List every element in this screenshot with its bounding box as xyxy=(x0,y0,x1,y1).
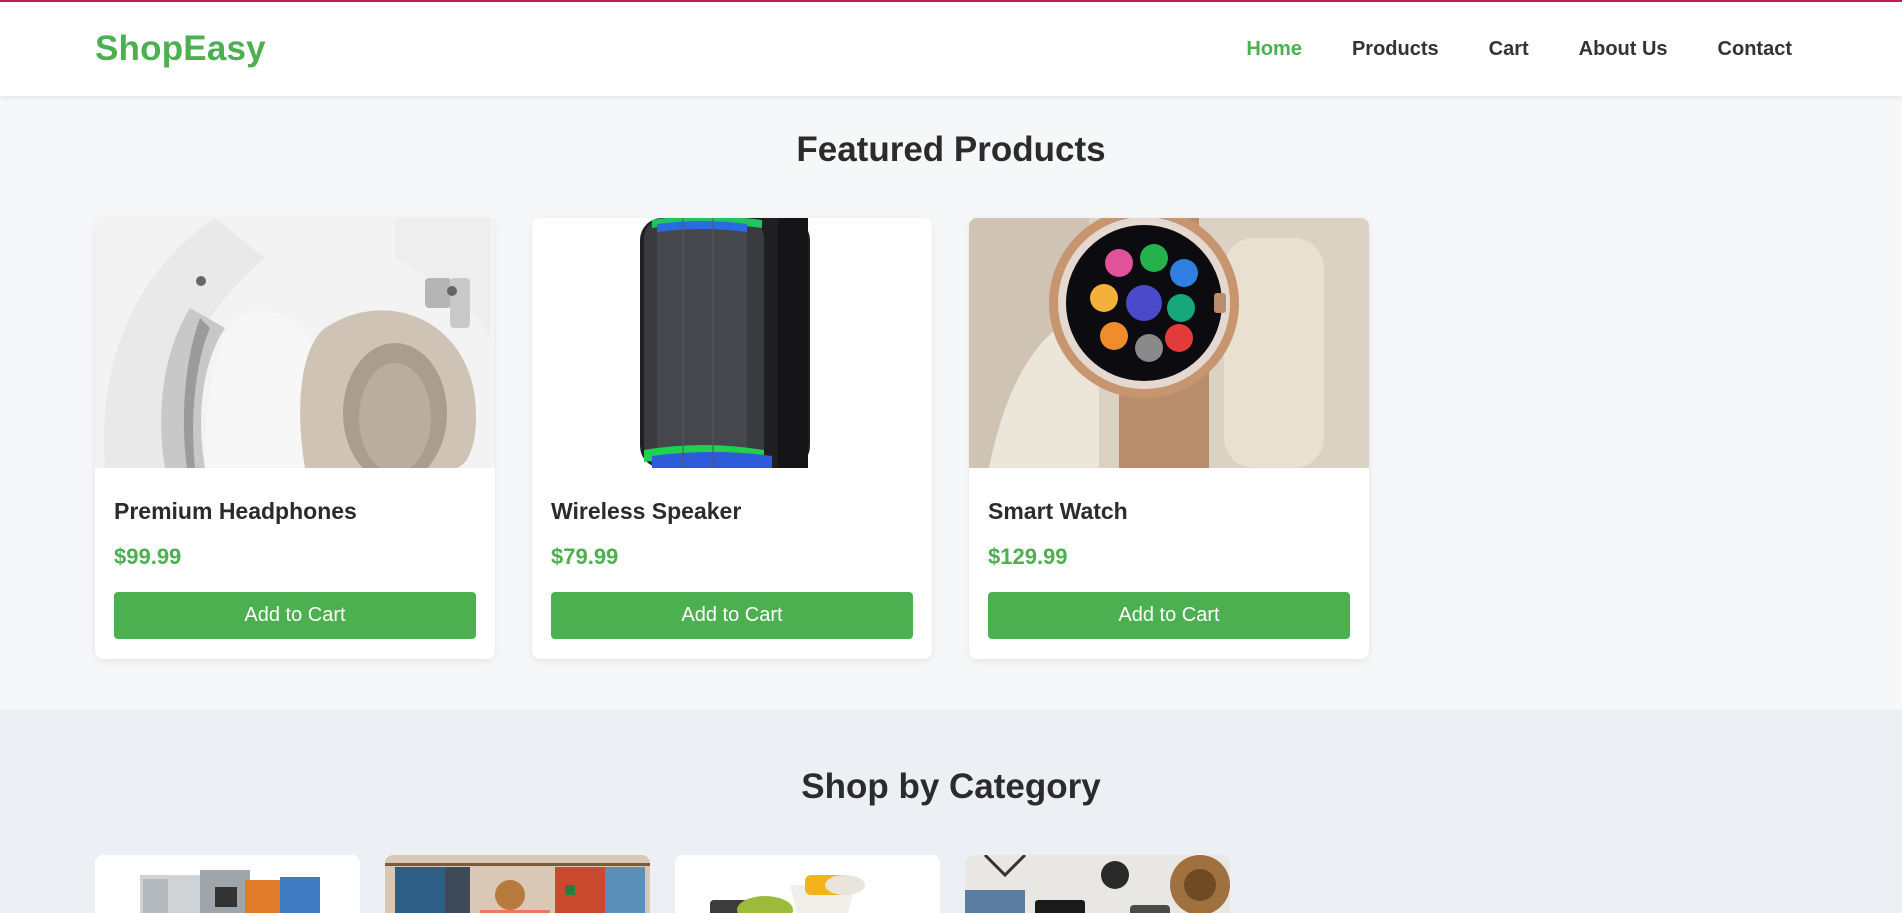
site-header: ShopEasy Home Products Cart About Us Con… xyxy=(0,2,1902,96)
product-card-body: Premium Headphones $99.99 Add to Cart xyxy=(95,468,495,639)
nav-products[interactable]: Products xyxy=(1352,38,1439,61)
nav-about-us[interactable]: About Us xyxy=(1579,38,1668,61)
add-to-cart-button[interactable]: Add to Cart xyxy=(114,592,476,639)
featured-title: Featured Products xyxy=(796,130,1106,169)
headphones-image[interactable] xyxy=(95,218,495,468)
category-grid xyxy=(0,855,1902,913)
product-card-body: Smart Watch $129.99 Add to Cart xyxy=(969,468,1369,639)
product-price: $79.99 xyxy=(551,544,619,569)
page: ShopEasy Home Products Cart About Us Con… xyxy=(0,0,1902,913)
product-price: $99.99 xyxy=(114,544,182,569)
product-card-body: Wireless Speaker $79.99 Add to Cart xyxy=(532,468,932,639)
category-card-accessories[interactable] xyxy=(965,855,1230,913)
add-to-cart-button[interactable]: Add to Cart xyxy=(551,592,913,639)
product-grid: Premium Headphones $99.99 Add to Cart Wi… xyxy=(0,218,1902,659)
category-card-kitchenware[interactable] xyxy=(675,855,940,913)
accessories-image xyxy=(965,855,1230,913)
nav-home[interactable]: Home xyxy=(1246,38,1302,61)
speaker-image[interactable] xyxy=(532,218,932,468)
nav-contact[interactable]: Contact xyxy=(1718,38,1792,61)
kitchenware-image xyxy=(675,855,940,913)
product-name: Premium Headphones xyxy=(114,498,357,524)
product-price: $129.99 xyxy=(988,544,1068,569)
product-card: Smart Watch $129.99 Add to Cart xyxy=(969,218,1369,659)
category-title: Shop by Category xyxy=(801,767,1101,806)
category-card-appliances[interactable] xyxy=(95,855,360,913)
nav-cart[interactable]: Cart xyxy=(1489,38,1529,61)
main-nav: Home Products Cart About Us Contact xyxy=(1196,38,1792,61)
smartwatch-image[interactable] xyxy=(969,218,1369,468)
product-card: Wireless Speaker $79.99 Add to Cart xyxy=(532,218,932,659)
featured-products-section: Featured Products Premium Headphones $99… xyxy=(0,96,1902,709)
logo[interactable]: ShopEasy xyxy=(95,29,266,69)
product-card: Premium Headphones $99.99 Add to Cart xyxy=(95,218,495,659)
shop-by-category-section: Shop by Category xyxy=(0,709,1902,913)
product-name: Wireless Speaker xyxy=(551,498,742,524)
category-card-clothing[interactable] xyxy=(385,855,650,913)
product-name: Smart Watch xyxy=(988,498,1128,524)
add-to-cart-button[interactable]: Add to Cart xyxy=(988,592,1350,639)
clothing-image xyxy=(385,855,650,913)
appliances-image xyxy=(95,855,360,913)
